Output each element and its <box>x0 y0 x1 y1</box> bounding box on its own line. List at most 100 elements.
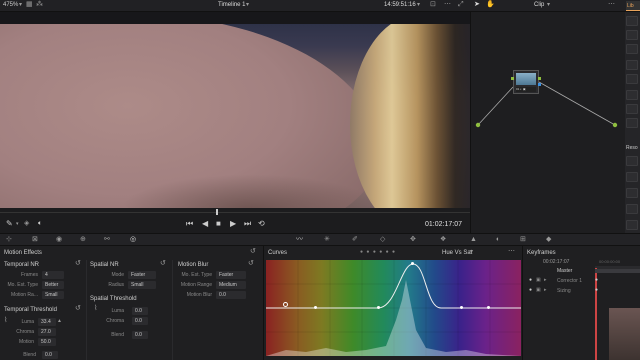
playhead[interactable] <box>216 209 218 215</box>
video-viewer[interactable] <box>0 24 470 208</box>
layers-icon[interactable]: ◈ <box>24 219 29 229</box>
keyframe-row-corrector[interactable]: ● ▣ ▸ Corrector 1 ● <box>523 277 640 286</box>
side-button[interactable] <box>626 118 638 128</box>
mb-motion-range-select[interactable]: Medium <box>216 281 246 289</box>
chevron-down-icon[interactable]: ▾ <box>19 0 22 10</box>
luma-value[interactable]: 33.4 <box>38 318 56 326</box>
lock-icon[interactable]: ▣ <box>536 287 541 293</box>
3d-icon[interactable]: ◆ <box>546 235 551 245</box>
grid-view-icon[interactable]: ▦ <box>26 0 33 10</box>
reset-icon[interactable]: ↺ <box>75 259 81 269</box>
mode-select[interactable]: Faster <box>128 271 156 279</box>
spatial-chroma-value[interactable]: 0.0 <box>132 317 148 325</box>
rgb-mixer-icon[interactable]: ⚯ <box>104 235 110 245</box>
side-button[interactable] <box>626 172 638 182</box>
curve-control-point[interactable] <box>487 306 490 309</box>
color-wheels-icon[interactable]: ◉ <box>56 235 62 245</box>
frames-select[interactable]: 4 <box>42 271 64 279</box>
spatial-blend-value[interactable]: 0.0 <box>132 331 148 339</box>
side-button[interactable] <box>626 30 638 40</box>
hdr-wheels-icon[interactable]: ⊕ <box>80 235 86 245</box>
keyframe-marker-icon[interactable]: ● <box>595 287 598 293</box>
node-output[interactable] <box>538 77 541 80</box>
more-options-icon[interactable]: ⋯ <box>508 247 515 257</box>
keyframe-marker-icon[interactable]: ● <box>595 277 598 283</box>
magic-mask-icon[interactable]: ❖ <box>440 235 446 245</box>
lock-icon[interactable]: ▣ <box>536 277 541 283</box>
color-match-icon[interactable]: ⊠ <box>32 235 38 245</box>
pen-tool-icon[interactable]: ✎ <box>6 219 13 229</box>
curve-channel-dots[interactable]: ● ● ● ● ● ● <box>360 249 396 255</box>
reset-icon[interactable]: ↺ <box>160 259 166 269</box>
radius-select[interactable]: Small <box>128 281 156 289</box>
mb-mo-est-type-select[interactable]: Faster <box>216 271 246 279</box>
motion-effects-icon[interactable]: ◎ <box>130 235 136 245</box>
skip-to-end-icon[interactable]: ⏭︎ <box>244 219 251 229</box>
side-button[interactable] <box>626 44 638 54</box>
volume-icon[interactable]: 🔈︎ <box>38 219 42 229</box>
tracker-icon[interactable]: ✥ <box>410 235 416 245</box>
chevron-down-icon[interactable]: ▾ <box>16 219 19 229</box>
scrubber-track[interactable] <box>0 212 470 213</box>
motion-range-select[interactable]: Small <box>42 291 64 299</box>
blend-value[interactable]: 0.0 <box>42 351 58 359</box>
play-reverse-icon[interactable]: ◀ <box>202 219 208 229</box>
side-button[interactable] <box>626 104 638 114</box>
play-icon[interactable]: ▶ <box>230 219 236 229</box>
side-button[interactable] <box>626 220 638 230</box>
loop-icon[interactable]: ⟲ <box>258 219 265 229</box>
side-button[interactable] <box>626 74 638 84</box>
chevron-up-icon[interactable]: ▲ <box>57 316 62 326</box>
reset-icon[interactable]: ↺ <box>75 304 81 314</box>
node-editor[interactable]: 01 ◐ ▣ <box>470 12 625 233</box>
zoom-level-dropdown[interactable]: 475% <box>3 2 18 8</box>
side-button[interactable] <box>626 60 638 70</box>
side-button[interactable] <box>626 188 638 198</box>
curve-control-point[interactable] <box>377 306 380 309</box>
side-button[interactable] <box>626 90 638 100</box>
camera-raw-icon[interactable]: ⊹ <box>6 235 12 245</box>
chevron-down-icon[interactable]: ▾ <box>470 247 473 257</box>
node-input[interactable] <box>511 77 514 80</box>
hand-tool-icon[interactable]: ✋ <box>486 0 495 10</box>
side-button[interactable] <box>626 16 638 26</box>
hue-vs-sat-graph[interactable] <box>266 260 521 356</box>
spatial-luma-value[interactable]: 0.0 <box>132 307 148 315</box>
reset-icon[interactable]: ↺ <box>248 259 254 269</box>
curve-control-point[interactable] <box>460 306 463 309</box>
node-mode-dropdown[interactable]: Clip <box>534 2 544 8</box>
motion-blur-value[interactable]: 0.0 <box>216 291 246 299</box>
chevron-down-icon[interactable]: ▾ <box>417 0 420 10</box>
keyframe-row-master[interactable]: Master <box>523 267 640 276</box>
side-button[interactable] <box>626 156 638 166</box>
node-key-output[interactable] <box>538 83 541 86</box>
mo-est-type-select[interactable]: Better <box>42 281 64 289</box>
expand-arrow-icon[interactable]: ▸ <box>544 277 547 283</box>
curves-icon[interactable]: 〰 <box>296 235 303 245</box>
link-icon[interactable]: ⌇ <box>4 316 7 326</box>
reset-icon[interactable]: ↺ <box>250 247 256 257</box>
blur-icon[interactable]: ▲ <box>470 235 477 245</box>
window-icon[interactable]: ◇ <box>380 235 385 245</box>
curve-control-point[interactable] <box>314 306 317 309</box>
viewer-options-icon[interactable]: ⊡ <box>430 0 436 10</box>
skip-to-start-icon[interactable]: ⏮︎ <box>186 219 193 229</box>
keyframe-dot-icon[interactable]: ● <box>529 277 532 283</box>
corrector-node-1[interactable]: 01 ◐ ▣ <box>511 70 541 94</box>
key-icon[interactable]: ◐ <box>496 235 500 245</box>
keyframe-dot-icon[interactable]: ● <box>529 287 532 293</box>
tab-library[interactable]: Lib <box>626 1 640 11</box>
more-options-icon[interactable]: ⋯ <box>608 0 615 10</box>
more-options-icon[interactable]: ⋯ <box>444 0 451 10</box>
color-warper-icon[interactable]: ✳ <box>324 235 330 245</box>
motion-value[interactable]: 50.0 <box>38 338 56 346</box>
expand-arrow-icon[interactable]: ▸ <box>544 287 547 293</box>
curve-mode-dropdown[interactable]: Hue Vs Sat <box>442 250 472 256</box>
fullscreen-icon[interactable]: ⤢ <box>458 0 464 10</box>
curve-control-point[interactable] <box>411 262 414 265</box>
timeline-title-dropdown[interactable]: Timeline 1 <box>218 2 245 8</box>
qualifier-icon[interactable]: ✐ <box>352 235 358 245</box>
stop-icon[interactable]: ■ <box>216 219 221 229</box>
curve-control-point[interactable] <box>283 302 288 307</box>
link-icon[interactable]: ⌇ <box>94 304 97 314</box>
